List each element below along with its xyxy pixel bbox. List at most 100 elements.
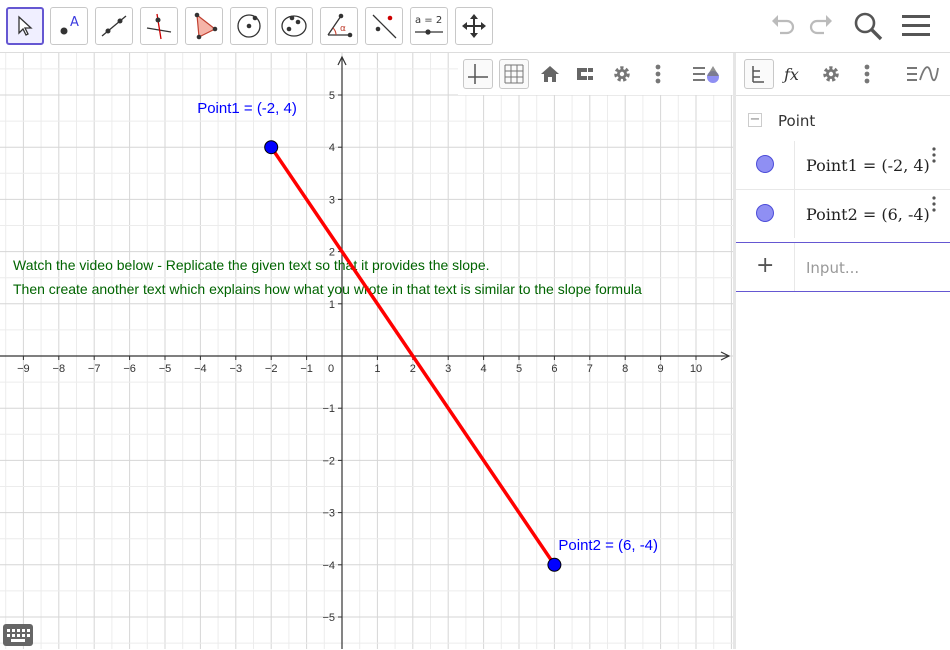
x-tick-label: −3 [230,363,243,375]
toggle-grid-button[interactable] [499,59,529,89]
point-label-point1[interactable]: Point1 = (-2, 4) [197,100,297,117]
reflect-line-icon [372,14,397,39]
point1-more-icon[interactable] [932,147,936,163]
function-fx-icon: ƒx [782,65,799,84]
circle-icon [237,14,261,38]
visibility-toggle-point1[interactable] [736,141,795,189]
circle-tool-button[interactable] [230,7,268,45]
algebra-style-bar: ƒx [736,53,950,96]
axes [0,55,731,649]
input-plus-cell[interactable]: + [736,243,795,291]
x-tick-label: 10 [690,363,702,375]
point1-marble-icon[interactable] [756,155,774,173]
gear-icon [614,66,630,82]
perpendicular-tool-button[interactable] [140,7,178,45]
cursor-arrow-icon [18,15,33,36]
x-tick-label: 6 [551,363,557,375]
sort-objects-button[interactable] [744,59,774,89]
x-tick-label: 2 [410,363,416,375]
y-tick-label: −2 [322,455,335,467]
y-tick-label: 4 [329,142,335,154]
algebra-settings-button[interactable] [816,59,846,89]
undo-button[interactable] [768,10,798,44]
x-tick-label: −2 [265,363,278,375]
move-view-tool-button[interactable] [455,7,493,45]
x-tick-label: 1 [374,363,380,375]
algebra-input-row[interactable]: + Input... [736,242,950,292]
angle-tool-glyph: α [340,24,346,34]
visibility-toggle-point2[interactable] [736,190,795,238]
reflect-tool-button[interactable] [365,7,403,45]
line-tool-button[interactable] [95,7,133,45]
angle-tool-button[interactable]: α [320,7,358,45]
instruction-text-line-1[interactable]: Watch the video below - Replicate the gi… [13,257,490,273]
angle-icon: α [327,13,353,38]
point-point2[interactable] [547,557,562,572]
x-tick-label: −7 [88,363,101,375]
redo-icon [809,15,832,35]
y-tick-label: −5 [322,612,335,624]
point-capturing-button[interactable] [571,59,601,89]
home-icon [541,66,559,82]
x-tick-label: 7 [587,363,593,375]
gear-icon [823,66,839,82]
conic-tool-button[interactable] [275,7,313,45]
y-tick-label: −1 [322,403,335,415]
grid-icon [504,64,524,84]
algebra-item-point2-text[interactable]: Point2 = (6, -4) [806,205,930,224]
main-toolbar: A α a = 2 [0,0,950,53]
point2-more-icon[interactable] [932,196,936,212]
keyboard-icon [7,629,30,642]
point2-marble-icon[interactable] [756,204,774,222]
algebra-view: ƒx − Point Point1 = (-2, 4) Point2 = (6,… [736,53,950,649]
point-tool-button[interactable]: A [50,7,88,45]
slider-tool-button[interactable]: a = 2 [410,7,448,45]
axes-icon [468,64,488,84]
line-icon [101,15,127,37]
coordinate-plane[interactable]: −9 −8 −7 −6 −5 −4 −3 −2 −1 0 1 2 3 4 5 6 7 8 9 10 12345−1−2… [0,53,733,649]
slider-icon: a = 2 [415,15,443,35]
point-point1[interactable] [264,140,279,155]
graphics-view[interactable]: −9 −8 −7 −6 −5 −4 −3 −2 −1 0 1 2 3 4 5 6 7 8 9 10 1 2 3 4 5 −1 −2… [0,53,733,649]
x-tick-label: −9 [17,363,30,375]
x-tick-label: 4 [481,363,487,375]
main-menu-button[interactable] [900,10,932,46]
x-tick-label: −8 [53,363,66,375]
graphics-style-bar [458,53,733,95]
graphics-more-button[interactable] [643,59,673,89]
tree-sort-icon [752,66,764,83]
graphics-style-toggle-button[interactable] [690,59,724,89]
x-tick-label: −4 [194,363,207,375]
algebra-input-field[interactable]: Input... [806,259,859,277]
redo-button[interactable] [806,10,836,44]
standard-view-button[interactable] [535,59,565,89]
points-layer: Point1 = (-2, 4) Point2 = (6, -4) [197,100,658,572]
move-tool-button[interactable] [6,7,44,45]
y-axis-tick-labels: 12345−1−2−3−4−5 [322,90,342,624]
description-mode-button[interactable]: ƒx [780,59,810,89]
style-bar-toggle-icon [907,66,939,82]
point-icon: A [60,15,79,35]
point-group-header[interactable]: − Point [736,105,950,141]
group-collapse-toggle[interactable]: − [748,113,762,127]
algebra-style-toggle-button[interactable] [904,59,940,89]
point-label-point2[interactable]: Point2 = (6, -4) [558,537,658,554]
toggle-axes-button[interactable] [463,59,493,89]
x-tick-label: 0 [328,363,334,375]
x-tick-label: −5 [159,363,172,375]
y-tick-label: −4 [322,560,335,572]
x-tick-label: −6 [123,363,136,375]
algebra-item-point1[interactable]: Point1 = (-2, 4) [736,141,950,190]
polygon-tool-button[interactable] [185,7,223,45]
y-tick-label: 3 [329,194,335,206]
search-button[interactable] [852,10,884,46]
virtual-keyboard-button[interactable] [3,624,33,646]
instruction-text-line-2[interactable]: Then create another text which explains … [13,281,642,297]
add-icon[interactable]: + [756,253,774,278]
group-label: Point [778,112,816,130]
algebra-item-point1-text[interactable]: Point1 = (-2, 4) [806,156,930,175]
perpendicular-line-icon [146,13,172,40]
algebra-more-button[interactable] [852,59,882,89]
graphics-settings-button[interactable] [607,59,637,89]
algebra-item-point2[interactable]: Point2 = (6, -4) [736,190,950,238]
